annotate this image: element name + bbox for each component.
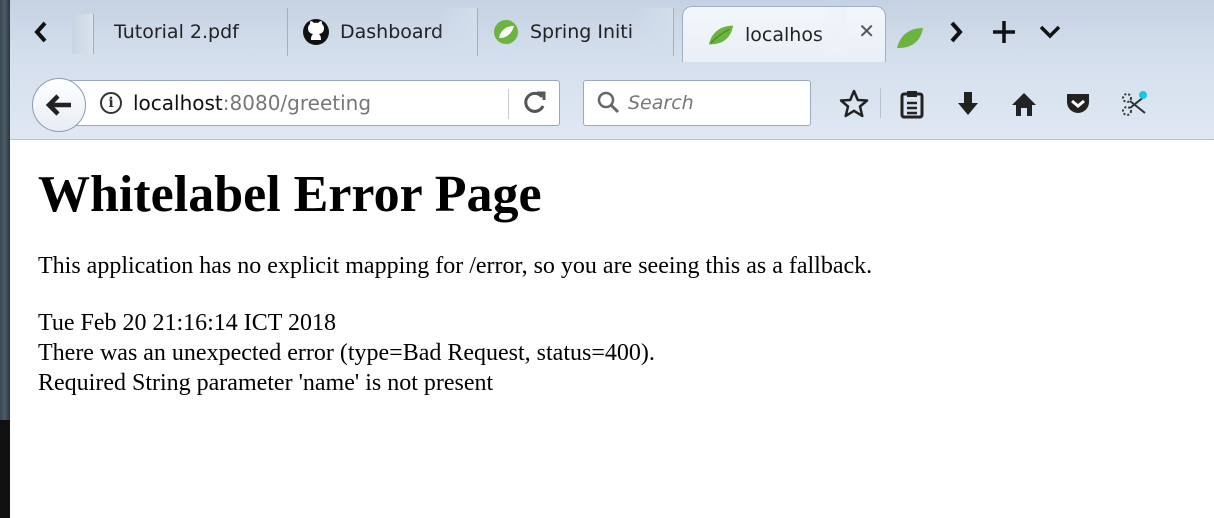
desktop-edge: [0, 0, 10, 518]
partial-tab[interactable]: [72, 14, 94, 54]
search-input[interactable]: Search: [583, 80, 811, 126]
error-timestamp: Tue Feb 20 21:16:14 ICT 2018: [38, 310, 337, 336]
partial-tab-spring[interactable]: [890, 18, 930, 58]
tab-label: Dashboard: [340, 21, 444, 43]
error-details: Tue Feb 20 21:16:14 ICT 2018 There was a…: [38, 308, 1208, 398]
url-text[interactable]: localhost:8080/greeting: [133, 91, 371, 115]
site-info-icon[interactable]: i: [100, 92, 122, 114]
home-icon: [1012, 93, 1036, 116]
reload-icon: [524, 91, 546, 113]
desktop-edge-dark: [0, 420, 10, 518]
bookmarks-menu-button[interactable]: [892, 84, 932, 124]
download-arrow-icon: [958, 92, 978, 115]
url-bar[interactable]: i localhost:8080/greeting: [70, 80, 560, 126]
error-message: This application has no explicit mapping…: [38, 253, 873, 279]
page-content: Whitelabel Error Page This application h…: [38, 140, 1208, 398]
spring-leaf-icon: [707, 21, 735, 49]
star-icon: [839, 89, 869, 118]
bookmark-star-button[interactable]: [834, 84, 874, 124]
browser-chrome: Tutorial 2.pdf Dashboard Spring Initi lo…: [10, 0, 1214, 140]
list-all-tabs-button[interactable]: [1032, 10, 1068, 54]
back-button[interactable]: [32, 78, 86, 132]
pocket-button[interactable]: [1058, 84, 1098, 124]
scroll-tabs-left-button[interactable]: [26, 12, 56, 52]
new-tab-button[interactable]: [986, 10, 1022, 54]
chevron-left-icon: [34, 21, 47, 43]
reload-button[interactable]: [522, 87, 548, 123]
url-separator: [508, 89, 509, 119]
close-tab-icon[interactable]: ✕: [858, 19, 875, 43]
url-path: :8080/greeting: [222, 91, 372, 115]
extension-icon: [1122, 91, 1147, 116]
tab-spring-initializr[interactable]: Spring Initi: [478, 8, 674, 56]
extension-button[interactable]: [1114, 84, 1154, 124]
tab-dashboard[interactable]: Dashboard: [288, 8, 478, 56]
pocket-icon: [1067, 94, 1089, 113]
error-detail-line: Required String parameter 'name' is not …: [38, 370, 494, 396]
error-type-line: There was an unexpected error (type=Bad …: [38, 340, 655, 366]
github-icon: [302, 18, 330, 46]
chevron-right-icon: [950, 21, 963, 43]
search-icon: [596, 90, 622, 116]
url-host: localhost: [133, 91, 223, 115]
chevron-down-icon: [1039, 25, 1061, 39]
tab-label: Tutorial 2.pdf: [114, 21, 239, 43]
page-heading: Whitelabel Error Page: [38, 166, 542, 223]
navigation-toolbar: i localhost:8080/greeting Search: [10, 62, 1214, 140]
tab-tutorial-pdf[interactable]: Tutorial 2.pdf: [100, 8, 288, 56]
spring-leaf-icon: [492, 18, 520, 46]
spring-leaf-icon: [897, 28, 923, 48]
tab-label: Spring Initi: [530, 21, 634, 43]
tab-localhost-active[interactable]: localhos ✕: [682, 6, 886, 62]
toolbar-separator: [880, 88, 881, 118]
search-placeholder: Search: [628, 92, 694, 114]
plus-icon: [993, 21, 1015, 43]
scroll-tabs-right-button[interactable]: [938, 10, 974, 54]
home-button[interactable]: [1004, 84, 1044, 124]
arrow-left-icon: [45, 94, 71, 116]
clipboard-list-icon: [900, 91, 924, 119]
tab-label: localhos: [745, 23, 823, 46]
tab-strip: Tutorial 2.pdf Dashboard Spring Initi lo…: [10, 0, 1214, 62]
downloads-button[interactable]: [948, 84, 988, 124]
